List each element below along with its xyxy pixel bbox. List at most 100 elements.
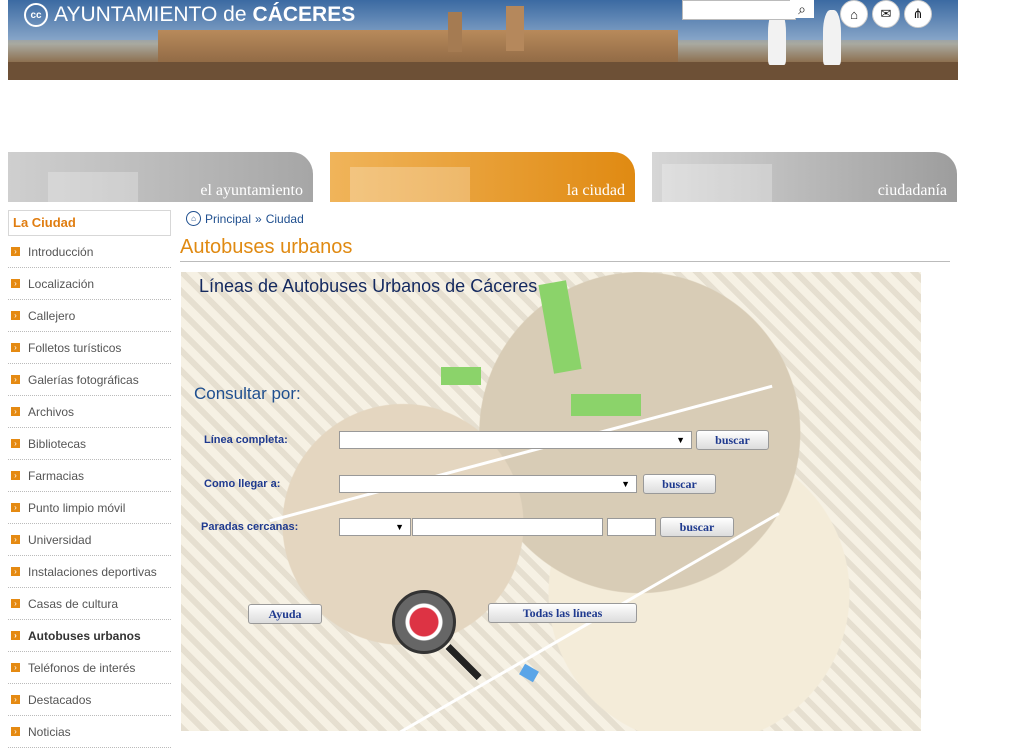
- sidebar-item-label: Autobuses urbanos: [28, 628, 141, 643]
- linea-label: Línea completa:: [204, 434, 288, 446]
- bullet-icon: ›: [11, 439, 20, 448]
- sidebar-item-label: Punto limpio móvil: [28, 500, 126, 515]
- tab-ciudadania[interactable]: ciudadanía: [652, 152, 957, 202]
- sidebar-item[interactable]: › Noticias: [8, 716, 171, 748]
- linea-select[interactable]: ▼: [339, 431, 692, 449]
- buscar-como-button[interactable]: buscar: [643, 474, 716, 494]
- mail-icon[interactable]: ✉: [872, 0, 900, 28]
- page-title: Autobuses urbanos: [180, 236, 950, 262]
- map-park: [441, 367, 481, 385]
- sidebar-item-label: Bibliotecas: [28, 436, 87, 451]
- sidebar-title[interactable]: La Ciudad: [8, 210, 171, 236]
- ayuda-button[interactable]: Ayuda: [248, 604, 322, 624]
- tab-label: el ayuntamiento: [200, 182, 303, 199]
- como-select[interactable]: ▼: [339, 475, 637, 493]
- breadcrumb: ⌂ Principal » Ciudad: [186, 211, 304, 226]
- tab-silhouette: [48, 172, 138, 202]
- banner-tower: [506, 6, 524, 51]
- paradas-number-input[interactable]: [607, 518, 656, 536]
- sidebar-item[interactable]: › Localización: [8, 268, 171, 300]
- bullet-icon: ›: [11, 599, 20, 608]
- bullet-icon: ›: [11, 247, 20, 256]
- consult-heading: Consultar por:: [194, 384, 301, 403]
- sidebar-item[interactable]: › Punto limpio móvil: [8, 492, 171, 524]
- bullet-icon: ›: [11, 631, 20, 640]
- sidebar-item-label: Folletos turísticos: [28, 340, 122, 355]
- search-icon[interactable]: ⌕: [790, 0, 814, 18]
- breadcrumb-home-icon: ⌂: [186, 211, 201, 226]
- bullet-icon: ›: [11, 535, 20, 544]
- map-park: [571, 394, 641, 416]
- city-map[interactable]: [181, 272, 921, 731]
- sidebar-item-label: Teléfonos de interés: [28, 660, 136, 675]
- bullet-icon: ›: [11, 663, 20, 672]
- sidebar-item-label: Farmacias: [28, 468, 85, 483]
- tab-la-ciudad[interactable]: la ciudad: [330, 152, 635, 202]
- map-park: [538, 280, 582, 374]
- bullet-icon: ›: [11, 343, 20, 352]
- logo-text-city: CÁCERES: [252, 3, 356, 26]
- tab-el-ayuntamiento[interactable]: el ayuntamiento: [8, 152, 313, 202]
- sidebar-item-label: Callejero: [28, 308, 76, 323]
- bullet-icon: ›: [11, 311, 20, 320]
- sitemap-icon[interactable]: ⋔: [904, 0, 932, 28]
- bullet-icon: ›: [11, 407, 20, 416]
- sidebar-item[interactable]: › Casas de cultura: [8, 588, 171, 620]
- chevron-down-icon: ▼: [621, 479, 630, 489]
- breadcrumb-current[interactable]: Ciudad: [266, 212, 304, 226]
- tab-label: la ciudad: [566, 182, 625, 199]
- bullet-icon: ›: [11, 727, 20, 736]
- bullet-icon: ›: [11, 471, 20, 480]
- sidebar-item-label: Galerías fotográficas: [28, 372, 139, 387]
- tab-label: ciudadanía: [877, 182, 947, 199]
- sidebar-item-active[interactable]: › Autobuses urbanos: [8, 620, 171, 652]
- search-input[interactable]: [682, 0, 796, 20]
- bullet-icon: ›: [11, 695, 20, 704]
- sidebar-item-label: Universidad: [28, 532, 92, 547]
- banner-tower: [448, 12, 462, 52]
- bullet-icon: ›: [11, 375, 20, 384]
- stork-image: [823, 10, 841, 65]
- sidebar-item-label: Noticias: [28, 724, 71, 739]
- sidebar-item-label: Introducción: [28, 244, 94, 259]
- site-logo[interactable]: cc AYUNTAMIENTO de CÁCERES: [24, 2, 355, 28]
- sidebar-item[interactable]: › Universidad: [8, 524, 171, 556]
- tab-silhouette: [350, 167, 470, 202]
- sidebar-item[interactable]: › Archivos: [8, 396, 171, 428]
- banner-ground: [8, 62, 958, 80]
- breadcrumb-home-link[interactable]: Principal: [205, 212, 251, 226]
- sidebar-item[interactable]: › Galerías fotográficas: [8, 364, 171, 396]
- sidebar-item-label: Archivos: [28, 404, 75, 419]
- logo-mark: cc: [24, 3, 48, 27]
- sidebar-item-label: Localización: [28, 276, 95, 291]
- paradas-select[interactable]: ▼: [339, 518, 411, 536]
- bullet-icon: ›: [11, 503, 20, 512]
- todas-lineas-button[interactable]: Todas las líneas: [488, 603, 637, 623]
- bullet-icon: ›: [11, 279, 20, 288]
- paradas-street-input[interactable]: [412, 518, 603, 536]
- sidebar-item-label: Instalaciones deportivas: [28, 564, 157, 579]
- map-title: Líneas de Autobuses Urbanos de Cáceres: [199, 276, 538, 296]
- sidebar-item[interactable]: › Callejero: [8, 300, 171, 332]
- sidebar-item[interactable]: › Folletos turísticos: [8, 332, 171, 364]
- sidebar-item-label: Destacados: [28, 692, 92, 707]
- sidebar-item[interactable]: › Teléfonos de interés: [8, 652, 171, 684]
- buscar-linea-button[interactable]: buscar: [696, 430, 769, 450]
- chevron-down-icon: ▼: [676, 435, 685, 445]
- logo-text-prefix: AYUNTAMIENTO de: [54, 3, 247, 26]
- como-label: Como llegar a:: [204, 478, 281, 490]
- sidebar-item[interactable]: › Introducción: [8, 236, 171, 268]
- map-water: [519, 663, 539, 683]
- buscar-paradas-button[interactable]: buscar: [660, 517, 734, 537]
- map-road: [269, 384, 773, 523]
- bus-magnifier-icon[interactable]: [392, 590, 456, 654]
- paradas-label: Paradas cercanas:: [201, 521, 299, 533]
- tab-silhouette: [662, 164, 772, 202]
- sidebar-item[interactable]: › Instalaciones deportivas: [8, 556, 171, 588]
- sidebar-item[interactable]: › Destacados: [8, 684, 171, 716]
- sidebar-item[interactable]: › Bibliotecas: [8, 428, 171, 460]
- home-icon[interactable]: ⌂: [840, 0, 868, 28]
- sidebar-item[interactable]: › Farmacias: [8, 460, 171, 492]
- breadcrumb-separator: »: [255, 211, 262, 226]
- bullet-icon: ›: [11, 567, 20, 576]
